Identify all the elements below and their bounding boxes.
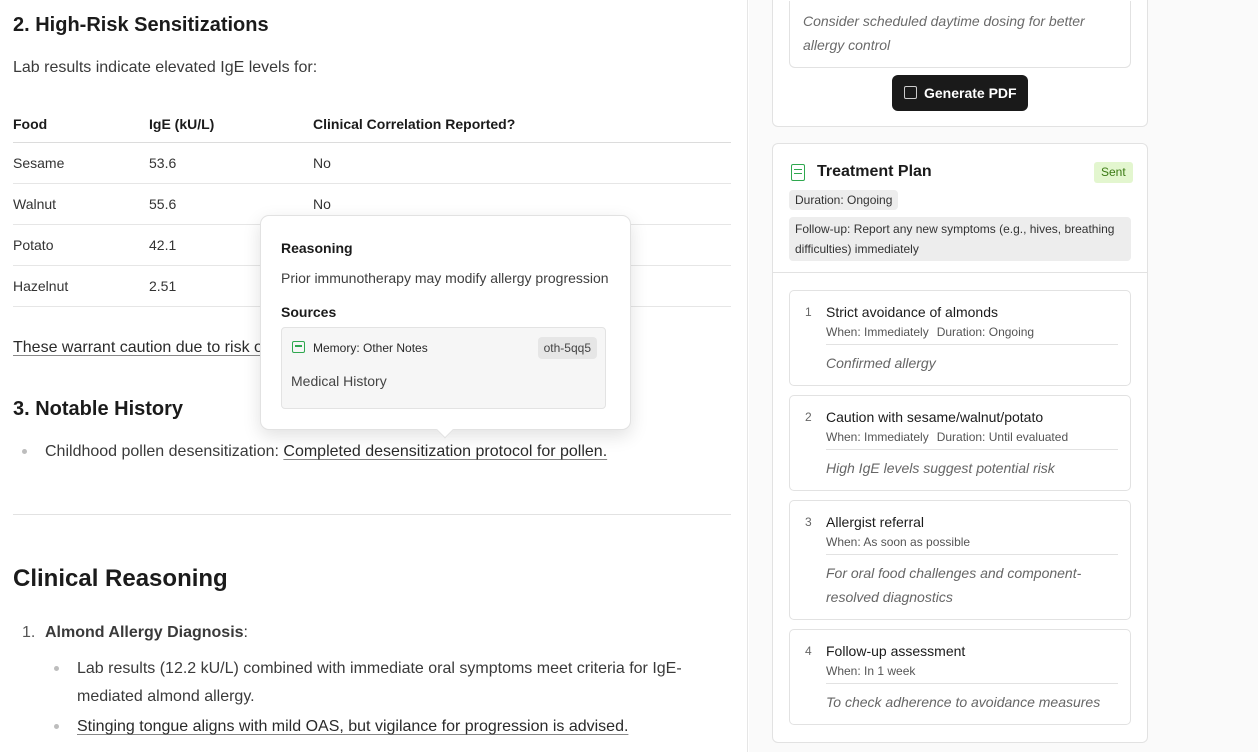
- popover-arrow: [436, 421, 454, 439]
- followup-chip: Follow-up: Report any new symptoms (e.g.…: [789, 217, 1131, 261]
- popover-reasoning-label: Reasoning: [281, 240, 353, 256]
- step-title: Caution with sesame/walnut/potato: [826, 409, 1044, 425]
- step-duration: Duration: Until evaluated: [936, 430, 1069, 444]
- treatment-plan-card: Treatment Plan Sent Duration: Ongoing Fo…: [772, 143, 1148, 743]
- column-header-ige: IgE (kU/L): [149, 106, 313, 143]
- section-divider: [13, 514, 731, 515]
- generate-pdf-label: Generate PDF: [924, 85, 1017, 101]
- reasoning-item-title: Almond Allergy Diagnosis: [45, 624, 244, 641]
- step-divider: [826, 344, 1118, 345]
- step-duration: Duration: Ongoing: [936, 325, 1035, 339]
- step-number: 1: [805, 305, 812, 319]
- treatment-plan-title: Treatment Plan: [817, 163, 932, 180]
- step-divider: [826, 683, 1118, 684]
- reasoning-bullet-link[interactable]: Stinging tongue aligns with mild OAS, bu…: [77, 713, 628, 741]
- step-note: To check adherence to avoidance measures: [826, 694, 1101, 710]
- plan-step: 4 Follow-up assessment When: In 1 week T…: [789, 629, 1131, 725]
- caution-link[interactable]: These warrant caution due to risk o: [13, 339, 263, 356]
- step-meta: When: Immediately Duration: Until evaluat…: [826, 430, 1068, 444]
- duration-chip: Duration: Ongoing: [789, 190, 899, 210]
- prescription-card: Consider scheduled daytime dosing for be…: [772, 0, 1148, 127]
- plan-divider: [773, 272, 1147, 273]
- popover-reasoning-text: Prior immunotherapy may modify allergy p…: [281, 270, 609, 286]
- note-box: Consider scheduled daytime dosing for be…: [789, 1, 1131, 68]
- step-meta: When: Immediately Duration: Ongoing: [826, 325, 1034, 339]
- section-title-high-risk: 2. High-Risk Sensitizations: [13, 14, 269, 36]
- step-number: 2: [805, 410, 812, 424]
- reasoning-bullet: Lab results (12.2 kU/L) combined with im…: [77, 660, 682, 705]
- cell-food: Sesame: [13, 142, 149, 184]
- list-number: 1.: [22, 624, 36, 641]
- bullet-dot: [22, 449, 27, 454]
- step-number: 4: [805, 644, 812, 658]
- clipboard-icon: [791, 164, 805, 181]
- step-note: Confirmed allergy: [826, 355, 936, 371]
- generate-pdf-button[interactable]: Generate PDF: [892, 75, 1028, 111]
- history-citation-link[interactable]: Completed desensitization protocol for p…: [283, 443, 607, 460]
- clinical-reasoning-title: Clinical Reasoning: [13, 565, 228, 592]
- plan-step: 2 Caution with sesame/walnut/potato When…: [789, 395, 1131, 491]
- step-when: When: Immediately: [826, 325, 929, 339]
- table-header-row: Food IgE (kU/L) Clinical Correlation Rep…: [13, 106, 731, 143]
- source-id-badge: oth-5qq5: [537, 337, 597, 359]
- step-when: When: Immediately: [826, 430, 929, 444]
- step-title: Strict avoidance of almonds: [826, 304, 998, 320]
- reasoning-popover: Reasoning Prior immunotherapy may modify…: [260, 215, 631, 439]
- section-title-history: 3. Notable History: [13, 398, 184, 420]
- step-divider: [826, 554, 1118, 555]
- popover-sources-label: Sources: [281, 304, 337, 320]
- folder-icon: [292, 341, 305, 353]
- step-meta: When: In 1 week: [826, 664, 915, 678]
- report-document: 2. High-Risk Sensitizations Lab results …: [0, 0, 748, 752]
- reasoning-item-colon: :: [243, 624, 248, 641]
- cell-correlation: No: [313, 142, 731, 184]
- note-text: Consider scheduled daytime dosing for be…: [803, 13, 1085, 53]
- caution-text[interactable]: These warrant caution due to risk o: [13, 339, 263, 357]
- source-subtitle: Medical History: [291, 373, 387, 389]
- source-card[interactable]: Memory: Other Notes oth-5qq5 Medical His…: [281, 327, 606, 409]
- cell-food: Walnut: [13, 183, 149, 225]
- cell-food: Potato: [13, 224, 149, 266]
- step-divider: [826, 449, 1118, 450]
- step-number: 3: [805, 515, 812, 529]
- plan-step: 1 Strict avoidance of almonds When: Imme…: [789, 290, 1131, 386]
- bullet-dot: [54, 724, 59, 729]
- history-item-prefix: Childhood pollen desensitization:: [45, 443, 284, 460]
- step-title: Follow-up assessment: [826, 643, 966, 659]
- step-when: When: As soon as possible: [826, 535, 971, 549]
- source-label: Memory: Other Notes: [313, 341, 428, 355]
- step-note: High IgE levels suggest potential risk: [826, 460, 1055, 476]
- column-header-correlation: Clinical Correlation Reported?: [313, 106, 731, 143]
- step-title: Allergist referral: [826, 514, 925, 530]
- table-row: Sesame 53.6 No: [13, 142, 731, 184]
- bullet-dot: [54, 666, 59, 671]
- reasoning-item-heading: Almond Allergy Diagnosis:: [45, 624, 248, 642]
- history-item: Childhood pollen desensitization: Comple…: [45, 443, 607, 461]
- reasoning-citation-link[interactable]: Stinging tongue aligns with mild OAS, bu…: [77, 718, 628, 735]
- section-intro: Lab results indicate elevated IgE levels…: [13, 59, 318, 76]
- side-panel: Consider scheduled daytime dosing for be…: [749, 0, 1258, 752]
- status-badge: Sent: [1094, 162, 1133, 183]
- printer-icon: [904, 86, 917, 99]
- cell-food: Hazelnut: [13, 265, 149, 307]
- step-when: When: In 1 week: [826, 664, 916, 678]
- step-meta: When: As soon as possible: [826, 535, 970, 549]
- cell-ige: 53.6: [149, 142, 313, 184]
- step-note: For oral food challenges and component-r…: [826, 565, 1082, 605]
- column-header-food: Food: [13, 106, 149, 143]
- plan-step: 3 Allergist referral When: As soon as po…: [789, 500, 1131, 620]
